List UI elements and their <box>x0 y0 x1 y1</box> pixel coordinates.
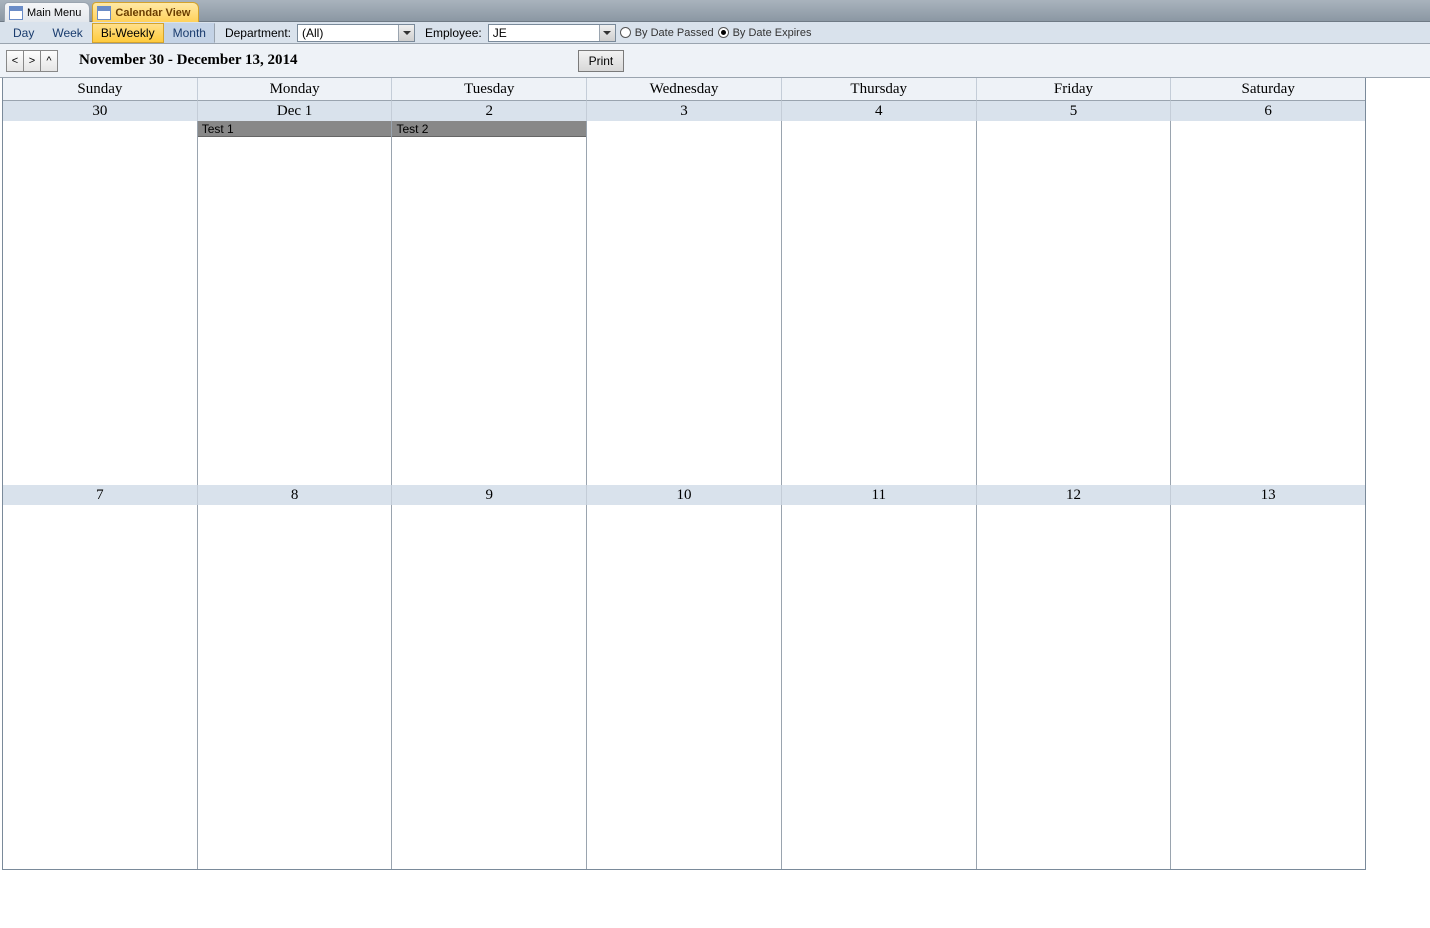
employee-combo[interactable] <box>488 24 616 42</box>
tab-bar: Main Menu Calendar View <box>0 0 1430 22</box>
toolbar: Day Week Bi-Weekly Month Department: Emp… <box>0 22 1430 44</box>
department-combo[interactable] <box>297 24 415 42</box>
radio-icon <box>620 27 631 38</box>
day-cell[interactable] <box>3 505 198 869</box>
date-cell[interactable]: 10 <box>587 485 782 505</box>
nav-buttons: < > ^ <box>6 50 57 72</box>
date-nav-bar: < > ^ November 30 - December 13, 2014 Pr… <box>0 44 1430 78</box>
next-button[interactable]: > <box>23 50 41 72</box>
mode-month[interactable]: Month <box>164 23 215 43</box>
day-cell[interactable] <box>782 505 977 869</box>
day-cell[interactable] <box>782 121 977 485</box>
day-header-row: Sunday Monday Tuesday Wednesday Thursday… <box>3 78 1365 101</box>
day-cell[interactable]: Test 2 <box>392 121 587 485</box>
calendar-event[interactable]: Test 2 <box>392 121 586 137</box>
cell-row-1: Test 1 Test 2 <box>3 121 1365 485</box>
date-row-1: 30 Dec 1 2 3 4 5 6 <box>3 101 1365 121</box>
day-header: Tuesday <box>392 78 587 101</box>
date-cell[interactable]: 4 <box>782 101 977 121</box>
prev-button[interactable]: < <box>6 50 24 72</box>
day-cell[interactable] <box>1171 505 1365 869</box>
tab-calendar-view[interactable]: Calendar View <box>92 2 199 22</box>
day-header: Monday <box>198 78 393 101</box>
date-cell[interactable]: 30 <box>3 101 198 121</box>
date-cell[interactable]: 13 <box>1171 485 1365 505</box>
radio-by-date-passed[interactable]: By Date Passed <box>620 27 714 39</box>
day-header: Sunday <box>3 78 198 101</box>
date-cell[interactable]: 6 <box>1171 101 1365 121</box>
tab-label: Main Menu <box>27 7 81 19</box>
date-cell[interactable]: 8 <box>198 485 393 505</box>
form-icon <box>9 6 23 20</box>
date-row-2: 7 8 9 10 11 12 13 <box>3 485 1365 505</box>
employee-input[interactable] <box>489 25 599 41</box>
mode-biweekly[interactable]: Bi-Weekly <box>92 23 164 43</box>
chevron-down-icon[interactable] <box>398 25 414 41</box>
day-header: Saturday <box>1171 78 1365 101</box>
day-cell[interactable] <box>1171 121 1365 485</box>
day-cell[interactable] <box>3 121 198 485</box>
day-cell[interactable] <box>392 505 587 869</box>
up-button[interactable]: ^ <box>40 50 58 72</box>
day-header: Thursday <box>782 78 977 101</box>
department-input[interactable] <box>298 25 398 41</box>
form-icon <box>97 6 111 20</box>
print-button[interactable]: Print <box>578 50 625 72</box>
date-cell[interactable]: 11 <box>782 485 977 505</box>
day-cell[interactable] <box>198 505 393 869</box>
date-cell[interactable]: Dec 1 <box>198 101 393 121</box>
date-cell[interactable]: 7 <box>3 485 198 505</box>
radio-label: By Date Passed <box>635 27 714 39</box>
calendar-grid: Sunday Monday Tuesday Wednesday Thursday… <box>2 78 1366 870</box>
date-cell[interactable]: 3 <box>587 101 782 121</box>
day-cell[interactable] <box>977 505 1172 869</box>
tab-main-menu[interactable]: Main Menu <box>4 2 90 22</box>
day-cell[interactable] <box>977 121 1172 485</box>
chevron-down-icon[interactable] <box>599 25 615 41</box>
radio-icon <box>718 27 729 38</box>
radio-label: By Date Expires <box>733 27 812 39</box>
day-cell[interactable] <box>587 121 782 485</box>
day-cell[interactable]: Test 1 <box>198 121 393 485</box>
department-label: Department: <box>215 26 297 40</box>
date-cell[interactable]: 12 <box>977 485 1172 505</box>
date-cell[interactable]: 9 <box>392 485 587 505</box>
day-cell[interactable] <box>587 505 782 869</box>
radio-by-date-expires[interactable]: By Date Expires <box>718 27 812 39</box>
tab-label: Calendar View <box>115 7 190 19</box>
mode-day[interactable]: Day <box>4 23 43 43</box>
date-range-title: November 30 - December 13, 2014 <box>79 52 298 69</box>
calendar-event[interactable]: Test 1 <box>198 121 392 137</box>
cell-row-2 <box>3 505 1365 869</box>
day-header: Wednesday <box>587 78 782 101</box>
employee-label: Employee: <box>415 26 488 40</box>
mode-week[interactable]: Week <box>43 23 91 43</box>
date-cell[interactable]: 5 <box>977 101 1172 121</box>
date-cell[interactable]: 2 <box>392 101 587 121</box>
day-header: Friday <box>977 78 1172 101</box>
